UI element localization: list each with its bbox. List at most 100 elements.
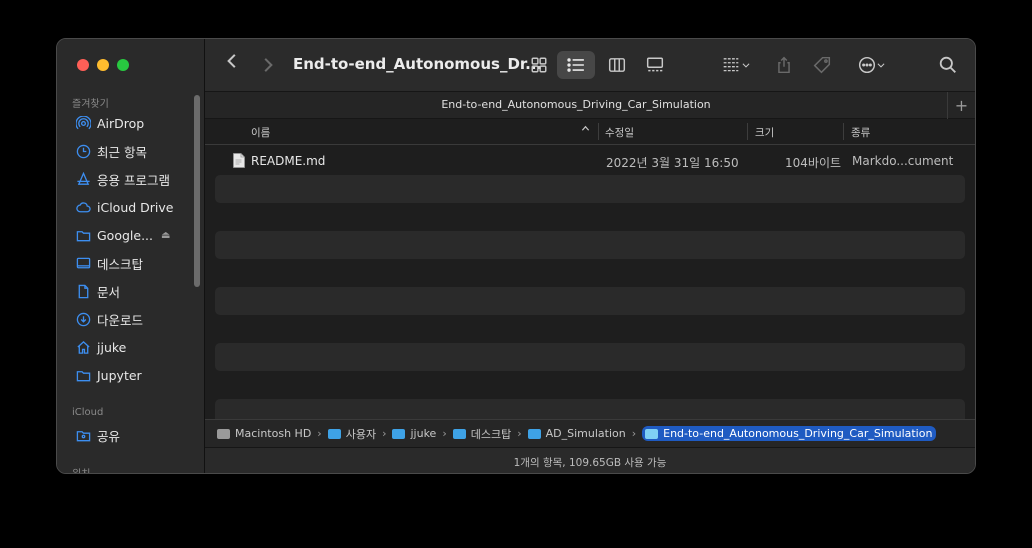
path-separator: ›	[317, 427, 322, 440]
column-kind[interactable]: 종류	[851, 125, 870, 140]
ellipsis-icon	[858, 56, 876, 74]
home-icon	[75, 339, 91, 355]
path-item-current-folder[interactable]: End-to-end_Autonomous_Driving_Car_Simula…	[642, 426, 937, 441]
sidebar-item-documents[interactable]: 문서	[57, 277, 204, 305]
folder-icon	[452, 428, 466, 439]
sort-ascending-icon[interactable]	[581, 124, 590, 136]
clock-icon	[75, 143, 91, 159]
folder-icon	[527, 428, 541, 439]
traffic-lights	[77, 59, 129, 71]
document-icon	[75, 283, 91, 299]
sidebar-item-airdrop[interactable]: AirDrop	[57, 109, 204, 137]
empty-row	[215, 231, 965, 259]
file-size: 104바이트	[785, 156, 842, 170]
markdown-file-icon	[233, 153, 245, 168]
main-pane: End-to-end_Autonomous_Dr... End-to-end_A…	[205, 39, 975, 473]
columns-icon	[608, 58, 626, 72]
sidebar-item-label: AirDrop	[97, 115, 145, 131]
path-item-desktop[interactable]: 데스크탑	[452, 426, 511, 442]
chevron-down-icon	[742, 63, 750, 68]
column-name[interactable]: 이름	[251, 125, 270, 140]
shared-folder-icon	[75, 427, 91, 443]
window-title: End-to-end_Autonomous_Dr...	[293, 55, 543, 73]
eject-icon[interactable]: ⏏	[161, 230, 170, 241]
share-button[interactable]	[773, 53, 795, 77]
sidebar-item-shared[interactable]: 공유	[57, 421, 204, 449]
sidebar-item-label: Google...	[97, 227, 153, 243]
list-icon	[567, 58, 584, 72]
path-item-label: AD_Simulation	[545, 427, 626, 440]
table-row[interactable]: README.md 2022년 3월 31일 16:50 104바이트 Mark…	[215, 147, 965, 175]
airdrop-icon	[75, 115, 91, 131]
close-window-button[interactable]	[77, 59, 89, 71]
chevron-down-icon	[877, 63, 885, 68]
sidebar-item-label: 다운로드	[97, 312, 144, 328]
path-item-users[interactable]: 사용자	[327, 426, 376, 442]
sidebar-item-label: 공유	[97, 428, 121, 444]
sidebar: 즐겨찾기 AirDrop 최근 항목 응용 프로그램 iCloud Drive …	[57, 39, 205, 473]
column-divider[interactable]	[747, 123, 748, 140]
chevron-left-icon	[227, 54, 236, 68]
zoom-window-button[interactable]	[117, 59, 129, 71]
back-button[interactable]	[221, 49, 243, 73]
icon-view-button[interactable]	[525, 53, 553, 77]
tag-button[interactable]	[811, 53, 833, 77]
sidebar-scrollbar[interactable]	[194, 95, 200, 287]
column-view-button[interactable]	[603, 53, 631, 77]
gallery-icon	[646, 57, 664, 72]
sidebar-item-applications[interactable]: 응용 프로그램	[57, 165, 204, 193]
path-item-macintosh-hd[interactable]: Macintosh HD	[217, 427, 311, 440]
empty-row	[215, 259, 965, 287]
sidebar-item-desktop[interactable]: 데스크탑	[57, 249, 204, 277]
tag-icon	[813, 56, 831, 74]
column-header: 이름 수정일 크기 종류	[205, 119, 975, 145]
locations-heading: 위치	[72, 465, 90, 473]
path-item-label: Macintosh HD	[235, 427, 312, 440]
new-tab-button[interactable]: +	[947, 92, 975, 119]
tab-current[interactable]: End-to-end_Autonomous_Driving_Car_Simula…	[205, 98, 947, 111]
toolbar: End-to-end_Autonomous_Dr...	[205, 39, 975, 91]
folder-icon	[327, 428, 341, 439]
download-icon	[75, 311, 91, 327]
column-date[interactable]: 수정일	[605, 125, 634, 140]
path-separator: ›	[382, 427, 387, 440]
search-button[interactable]	[937, 53, 959, 77]
sidebar-item-label: 데스크탑	[97, 256, 144, 272]
file-kind: Markdo...cument	[852, 154, 954, 168]
forward-button[interactable]	[257, 53, 279, 77]
sidebar-item-label: 문서	[97, 284, 121, 300]
path-item-ad-simulation[interactable]: AD_Simulation	[527, 427, 626, 440]
minimize-window-button[interactable]	[97, 59, 109, 71]
sidebar-item-label: 응용 프로그램	[97, 172, 170, 188]
empty-row	[215, 315, 965, 343]
column-size[interactable]: 크기	[755, 125, 774, 140]
sidebar-item-label: Jupyter	[97, 367, 142, 383]
column-divider[interactable]	[598, 123, 599, 140]
folder-icon	[645, 428, 659, 439]
sidebar-item-google[interactable]: Google... ⏏	[57, 221, 204, 249]
path-separator: ›	[442, 427, 447, 440]
sidebar-item-label: jjuke	[97, 339, 127, 355]
sidebar-item-recents[interactable]: 최근 항목	[57, 137, 204, 165]
sidebar-item-home[interactable]: jjuke	[57, 333, 204, 361]
sidebar-item-downloads[interactable]: 다운로드	[57, 305, 204, 333]
applications-icon	[75, 171, 91, 187]
list-view-button[interactable]	[557, 51, 595, 79]
tab-bar: End-to-end_Autonomous_Driving_Car_Simula…	[205, 91, 975, 119]
gallery-view-button[interactable]	[641, 53, 669, 77]
group-by-button[interactable]	[717, 53, 755, 77]
favorites-heading: 즐겨찾기	[72, 99, 109, 110]
empty-row	[215, 287, 965, 315]
file-date: 2022년 3월 31일 16:50	[606, 156, 739, 170]
finder-window: 즐겨찾기 AirDrop 최근 항목 응용 프로그램 iCloud Drive …	[56, 38, 976, 474]
path-bar: Macintosh HD › 사용자 › jjuke › 데스크탑 › AD_S…	[205, 419, 975, 447]
sidebar-item-icloud-drive[interactable]: iCloud Drive	[57, 193, 204, 221]
path-item-jjuke[interactable]: jjuke	[392, 427, 436, 440]
share-icon	[778, 56, 790, 74]
column-divider[interactable]	[843, 123, 844, 140]
empty-row	[215, 371, 965, 399]
path-separator: ›	[631, 427, 637, 440]
sidebar-item-jupyter[interactable]: Jupyter	[57, 361, 204, 389]
more-actions-button[interactable]	[851, 53, 893, 77]
file-name: README.md	[251, 154, 326, 168]
